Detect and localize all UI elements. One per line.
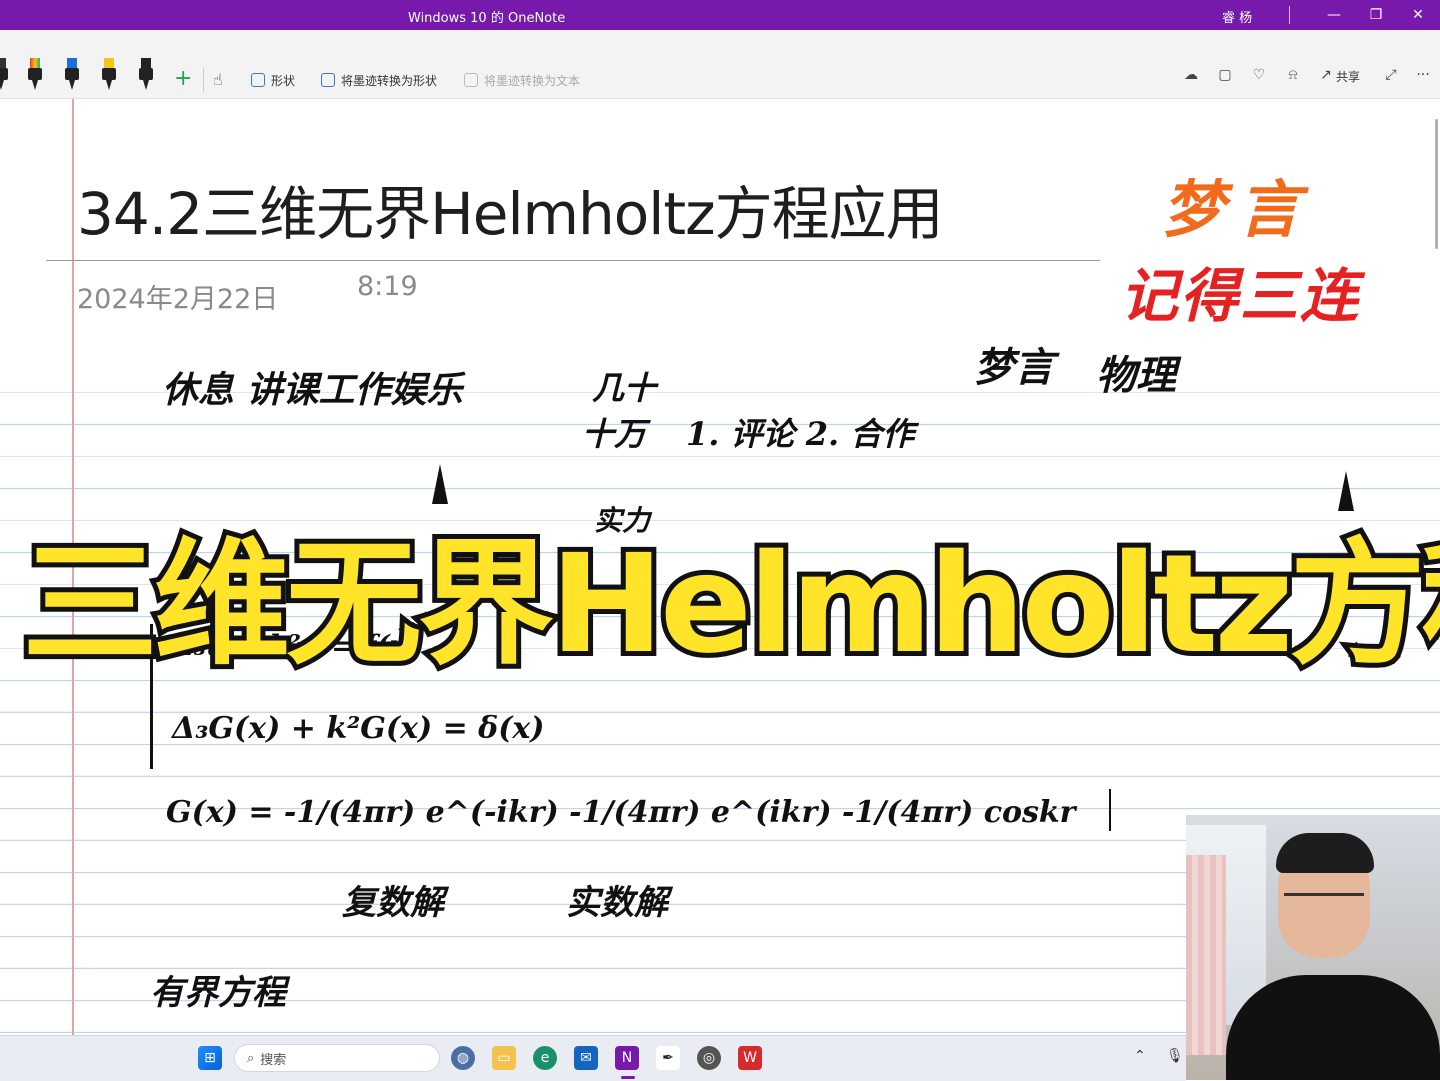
page-date: 2024年2月22日 [77,284,279,315]
pen-tool-black[interactable] [139,58,153,92]
lightbulb-icon[interactable]: ♡ [1250,66,1268,84]
add-pen-button[interactable]: + [174,66,192,91]
ink-to-text-button[interactable]: 将墨迹转换为文本 [464,70,580,90]
edge-icon[interactable]: e [533,1046,557,1070]
expand-icon[interactable]: ⤢ [1382,66,1400,84]
windows-icon[interactable]: ⊞ [198,1046,222,1070]
taskbar-search[interactable]: ⌕ 搜索 [234,1044,440,1072]
onenote-icon[interactable]: N [615,1046,639,1070]
mail-icon[interactable]: ✉ [574,1046,598,1070]
share-label[interactable]: 共享 [1336,68,1360,85]
text-cursor [1109,789,1111,831]
restore-button[interactable]: ❐ [1356,0,1396,30]
title-bar: Windows 10 的 OneNote 睿 杨 — ❐ ✕ [0,0,1440,30]
ink-to-shape-icon [321,73,335,87]
search-icon: ⌕ [247,1050,255,1066]
microphone-icon[interactable]: 🎙 [1166,1048,1184,1064]
active-indicator [621,1076,635,1079]
taskbar: ⊞ ⌕ 搜索 ◍ ▭ e ✉ N ✒ ◎ W ⌃ 🎙 [0,1035,1186,1081]
pen-tool-blue[interactable] [65,58,79,92]
chevron-up-icon[interactable]: ⌃ [1134,1048,1146,1064]
handwritten-equation: Δ₃G(x) + k²G(x) = δ(x) [172,711,545,746]
pen-tool-red[interactable] [28,58,42,92]
obs-icon[interactable]: ◎ [697,1046,721,1070]
globe-icon[interactable]: ◍ [451,1046,475,1070]
pen-tool[interactable] [0,58,8,92]
handwritten-note: 梦言 [974,344,1054,391]
ink-to-text-label: 将墨迹转换为文本 [484,73,581,88]
webcam-hair [1276,833,1374,873]
handwritten-note: 实数解 [566,883,668,923]
webcam-curtain [1186,855,1226,1055]
notebooks-icon[interactable]: ▢ [1216,66,1234,84]
user-name[interactable]: 睿 杨 [1222,7,1252,26]
handwritten-note: 有界方程 [150,973,286,1013]
webcam-shirt [1226,975,1440,1080]
page-title[interactable]: 34.2三维无界Helmholtz方程应用 [77,167,944,251]
pen-app-icon[interactable]: ✒ [656,1046,680,1070]
bell-icon[interactable]: ⍾ [1284,66,1302,84]
handwritten-note: 物理 [1096,352,1176,399]
page-time: 8:19 [357,271,418,302]
more-button[interactable]: ··· [1414,66,1432,84]
handwritten-note: 休息 讲课工作娱乐 [162,369,463,411]
brand-logo-line2: 记得三连 [1120,262,1361,330]
sync-icon[interactable]: ☁ [1182,66,1200,84]
overlay-banner: 三维无界Helmholtz方程 [17,521,1440,689]
handwritten-note: 几十 [592,369,657,407]
ribbon-toolbar: + ☝ 形状 将墨迹转换为形状 将墨迹转换为文本 ☁ ▢ ♡ ⍾ ↗ 共享 ⤢ … [0,30,1440,99]
share-icon[interactable]: ↗ [1317,66,1335,84]
brand-logo-line1: 梦言 [1162,173,1315,246]
webcam-feed [1186,815,1440,1080]
handwritten-note: 十万 [582,415,647,453]
wps-icon[interactable]: W [738,1046,762,1070]
ink-to-text-icon [464,73,478,87]
shapes-button[interactable]: 形状 [251,70,295,90]
shapes-icon [251,73,265,87]
vertical-scrollbar[interactable] [1435,119,1438,249]
shapes-label: 形状 [271,73,296,88]
title-separator [1289,6,1290,24]
ribbon-divider [203,68,204,92]
file-explorer-icon[interactable]: ▭ [492,1046,516,1070]
handwritten-note: 1. 评论 2. 合作 [686,415,915,453]
app-title: Windows 10 的 OneNote [408,11,566,26]
handwritten-note: 复数解 [342,883,444,923]
close-button[interactable]: ✕ [1398,0,1438,30]
ink-to-shape-label: 将墨迹转换为形状 [341,73,438,88]
highlighter-yellow[interactable] [102,58,116,92]
title-underline [46,260,1100,261]
webcam-glasses [1284,893,1364,916]
minimize-button[interactable]: — [1314,0,1354,30]
handwritten-equation: G(x) = -1/(4πr) e^(-ikr) -1/(4πr) e^(ikr… [166,795,1076,830]
search-placeholder: 搜索 [260,1052,287,1068]
touch-draw-icon[interactable]: ☝ [213,70,223,89]
ink-to-shape-button[interactable]: 将墨迹转换为形状 [321,70,437,90]
